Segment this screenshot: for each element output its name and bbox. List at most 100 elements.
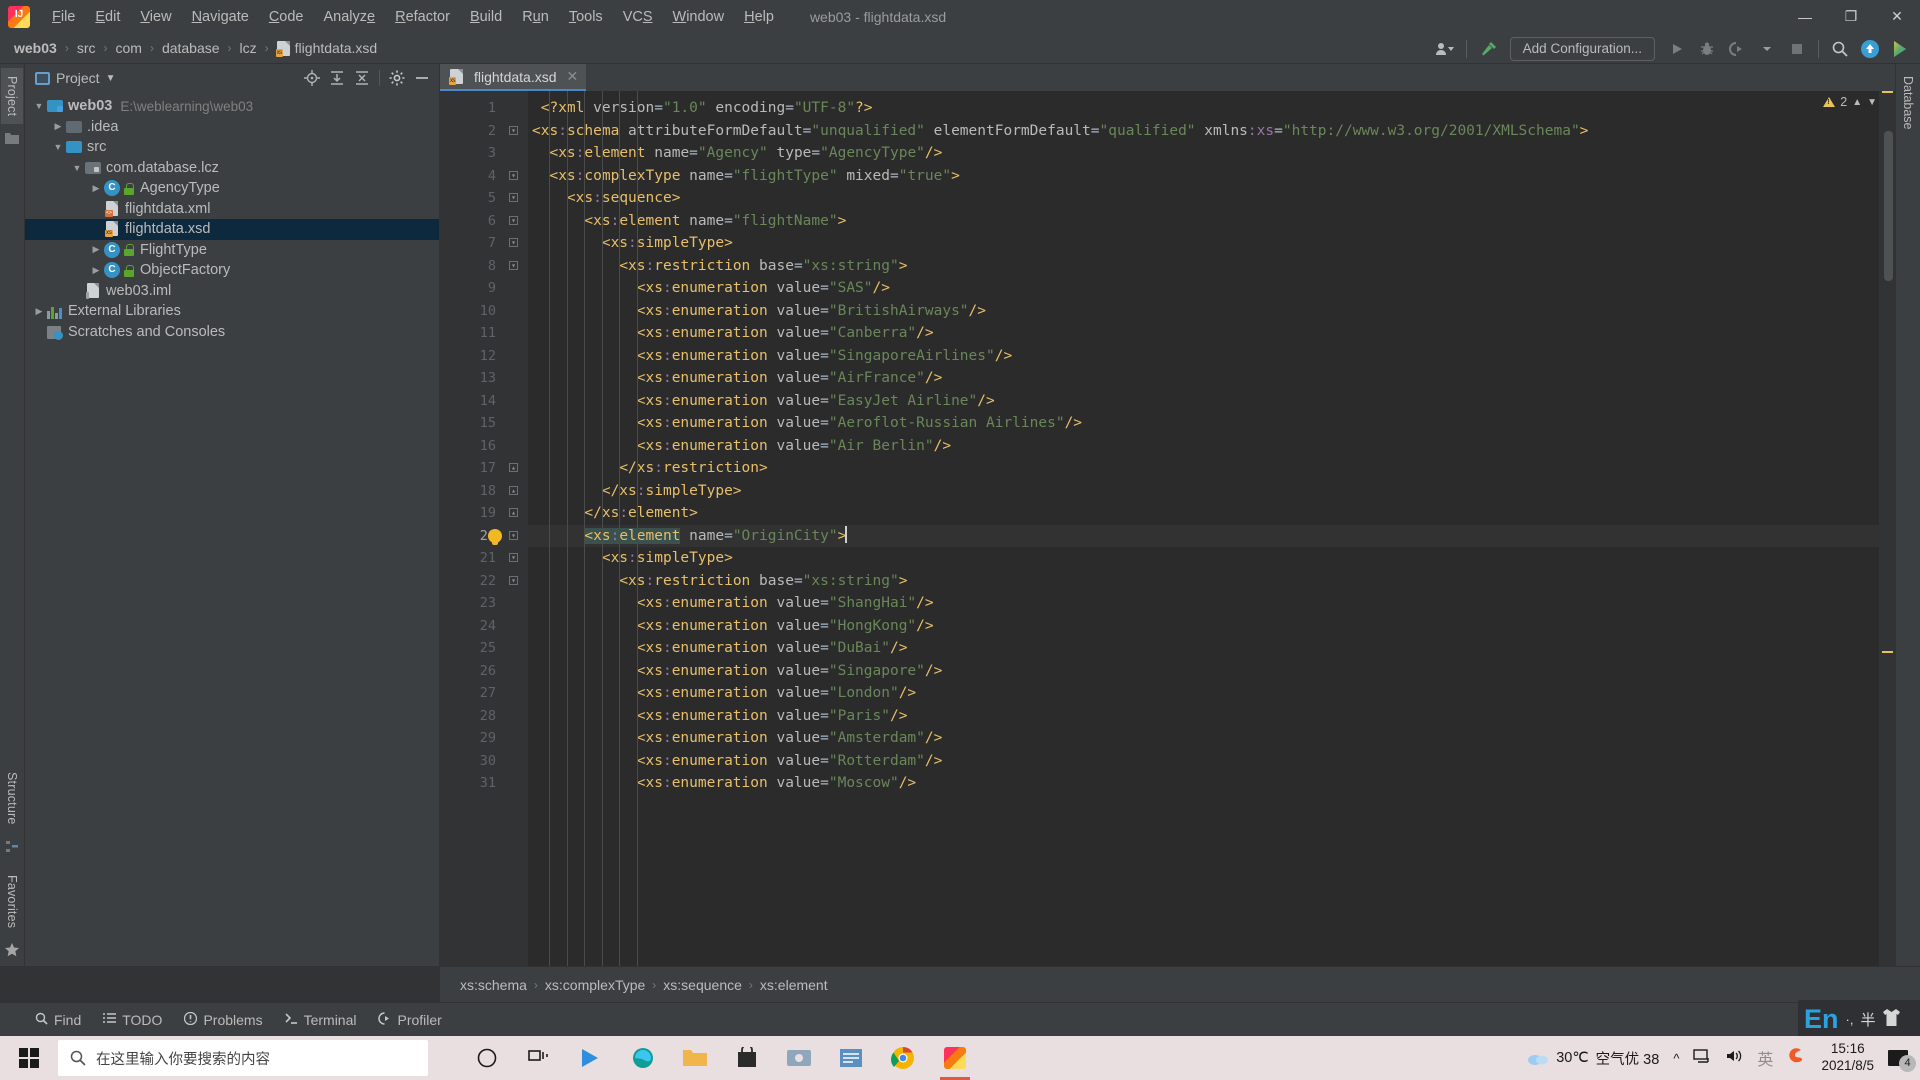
sidebar-tab-database[interactable]: Database <box>1897 68 1919 138</box>
intellij-icon[interactable] <box>930 1036 980 1080</box>
fold-close-icon[interactable]: ▴ <box>509 485 518 495</box>
search-everywhere-icon[interactable] <box>1826 36 1854 62</box>
fold-close-icon[interactable]: ▴ <box>509 463 518 472</box>
fold-open-icon[interactable]: ▾ <box>509 575 518 585</box>
xpath-item-xs-sequence[interactable]: xs:sequence <box>663 977 742 993</box>
fold-open-icon[interactable]: ▾ <box>509 238 518 247</box>
menu-window[interactable]: Window <box>663 5 735 29</box>
code-line-5[interactable]: <xs:sequence> <box>528 187 1879 210</box>
menu-code[interactable]: Code <box>259 5 314 29</box>
fold-open-icon[interactable]: ▾ <box>509 170 518 180</box>
tree-item-scratches-and-consoles[interactable]: Scratches and Consoles <box>25 322 439 343</box>
chevron-right-icon[interactable]: ▶ <box>31 306 47 317</box>
gutter-line-11[interactable]: 11 <box>440 322 528 345</box>
ime-indicator[interactable]: En ·, 半 <box>1798 1000 1920 1038</box>
gutter-line-15[interactable]: 15 <box>440 412 528 435</box>
menu-help[interactable]: Help <box>734 5 784 29</box>
tool-window-profiler[interactable]: Profiler <box>369 1008 450 1032</box>
code-line-21[interactable]: <xs:simpleType> <box>528 547 1879 570</box>
code-line-11[interactable]: <xs:enumeration value="Canberra"/> <box>528 322 1879 345</box>
menu-vcs[interactable]: VCS <box>613 5 663 29</box>
gutter-line-1[interactable]: 1 <box>440 97 528 120</box>
fold-open-icon[interactable]: ▾ <box>509 553 518 562</box>
editor-scrollbar-thumb[interactable] <box>1884 131 1893 281</box>
gutter-line-14[interactable]: 14 <box>440 390 528 413</box>
menu-view[interactable]: View <box>130 5 181 29</box>
maximize-button[interactable]: ❐ <box>1828 0 1874 33</box>
gutter-line-29[interactable]: 29 <box>440 727 528 750</box>
debug-icon[interactable] <box>1693 36 1721 62</box>
menu-tools[interactable]: Tools <box>559 5 613 29</box>
weather-widget[interactable]: 30℃ 空气优 38 <box>1527 1048 1659 1069</box>
gutter-line-5[interactable]: 5 ▾ <box>440 187 528 210</box>
code-line-1[interactable]: <?xml version="1.0" encoding="UTF-8"?> <box>528 97 1879 120</box>
editor-scrollbar[interactable] <box>1881 91 1895 966</box>
code-line-9[interactable]: <xs:enumeration value="SAS"/> <box>528 277 1879 300</box>
tree-item-flightdata-xml[interactable]: <> flightdata.xml <box>25 199 439 220</box>
code-line-23[interactable]: <xs:enumeration value="ShangHai"/> <box>528 592 1879 615</box>
tree-item-src[interactable]: ▼ src <box>25 137 439 158</box>
gutter-line-2[interactable]: 2 ▾ <box>440 120 528 143</box>
chevron-down-icon[interactable]: ▼ <box>50 142 66 152</box>
gutter-line-22[interactable]: 22 ▾ <box>440 570 528 593</box>
menu-build[interactable]: Build <box>460 5 512 29</box>
sidebar-tab-project[interactable]: Project <box>1 68 23 125</box>
code-line-8[interactable]: <xs:restriction base="xs:string"> <box>528 255 1879 278</box>
code-line-12[interactable]: <xs:enumeration value="SingaporeAirlines… <box>528 345 1879 368</box>
expand-all-icon[interactable] <box>326 67 348 89</box>
fold-open-icon[interactable]: ▾ <box>509 530 518 540</box>
gutter-line-9[interactable]: 9 <box>440 277 528 300</box>
tree-item--idea[interactable]: ▶ .idea <box>25 117 439 138</box>
code-line-14[interactable]: <xs:enumeration value="EasyJet Airline"/… <box>528 390 1879 413</box>
favorites-star-icon[interactable] <box>5 943 19 960</box>
collapse-all-icon[interactable] <box>351 67 373 89</box>
media-icon[interactable] <box>774 1036 824 1080</box>
chevron-right-icon[interactable]: ▶ <box>88 265 104 276</box>
account-icon[interactable] <box>1431 36 1459 62</box>
gutter-line-30[interactable]: 30 <box>440 750 528 773</box>
gutter-line-3[interactable]: 3 <box>440 142 528 165</box>
editor-tab-flightdata-xsd[interactable]: flightdata.xsd ✕ <box>440 64 587 91</box>
code-line-24[interactable]: <xs:enumeration value="HongKong"/> <box>528 615 1879 638</box>
gutter-line-13[interactable]: 13 <box>440 367 528 390</box>
profile-dropdown-icon[interactable] <box>1753 36 1781 62</box>
menu-refactor[interactable]: Refactor <box>385 5 460 29</box>
sidebar-tab-structure[interactable]: Structure <box>1 764 23 833</box>
ime-punctuation-icon[interactable]: ·, <box>1846 1012 1854 1027</box>
fold-open-icon[interactable]: ▾ <box>509 193 518 202</box>
code-line-25[interactable]: <xs:enumeration value="DuBai"/> <box>528 637 1879 660</box>
tree-item-web03[interactable]: ▼ web03 E:\weblearning\web03 <box>25 96 439 117</box>
code-line-2[interactable]: <xs:schema attributeFormDefault="unquali… <box>528 120 1879 143</box>
sogou-icon[interactable] <box>1787 1046 1807 1070</box>
close-tab-icon[interactable]: ✕ <box>567 68 579 85</box>
code-line-31[interactable]: <xs:enumeration value="Moscow"/> <box>528 772 1879 795</box>
tree-item-objectfactory[interactable]: ▶ ObjectFactory <box>25 260 439 281</box>
code-line-17[interactable]: </xs:restriction> <box>528 457 1879 480</box>
code-line-16[interactable]: <xs:enumeration value="Air Berlin"/> <box>528 435 1879 458</box>
gutter-line-21[interactable]: 21 ▾ <box>440 547 528 570</box>
breadcrumb-item-com[interactable]: com <box>111 38 145 58</box>
gutter-line-4[interactable]: 4 ▾ <box>440 165 528 188</box>
code-line-29[interactable]: <xs:enumeration value="Amsterdam"/> <box>528 727 1879 750</box>
ime-mode-label[interactable]: En <box>1804 1005 1839 1033</box>
chevron-up-icon[interactable]: ▲ <box>1852 97 1862 108</box>
chrome-icon[interactable] <box>878 1036 928 1080</box>
chevron-right-icon[interactable]: ▶ <box>50 121 66 132</box>
hammer-build-icon[interactable] <box>1474 36 1502 62</box>
chevron-down-icon[interactable]: ▼ <box>31 101 47 111</box>
tree-item-agencytype[interactable]: ▶ AgencyType <box>25 178 439 199</box>
gutter-line-23[interactable]: 23 <box>440 592 528 615</box>
xpath-breadcrumbs[interactable]: xs:schema › xs:complexType › xs:sequence › xs:… <box>440 977 828 993</box>
chevron-down-icon[interactable]: ▼ <box>69 163 85 173</box>
code-line-22[interactable]: <xs:restriction base="xs:string"> <box>528 570 1879 593</box>
code-line-26[interactable]: <xs:enumeration value="Singapore"/> <box>528 660 1879 683</box>
tree-item-web03-iml[interactable]: web03.iml <box>25 281 439 302</box>
edge-icon[interactable] <box>618 1036 668 1080</box>
close-button[interactable]: ✕ <box>1874 0 1920 33</box>
sidebar-tab-favorites[interactable]: Favorites <box>1 867 23 936</box>
taskbar-clock[interactable]: 15:16 2021/8/5 <box>1821 1041 1874 1075</box>
code-line-15[interactable]: <xs:enumeration value="Aeroflot-Russian … <box>528 412 1879 435</box>
intention-bulb-icon[interactable] <box>488 528 502 545</box>
fold-close-icon[interactable]: ▴ <box>509 508 518 517</box>
folder-icon[interactable] <box>670 1036 720 1080</box>
